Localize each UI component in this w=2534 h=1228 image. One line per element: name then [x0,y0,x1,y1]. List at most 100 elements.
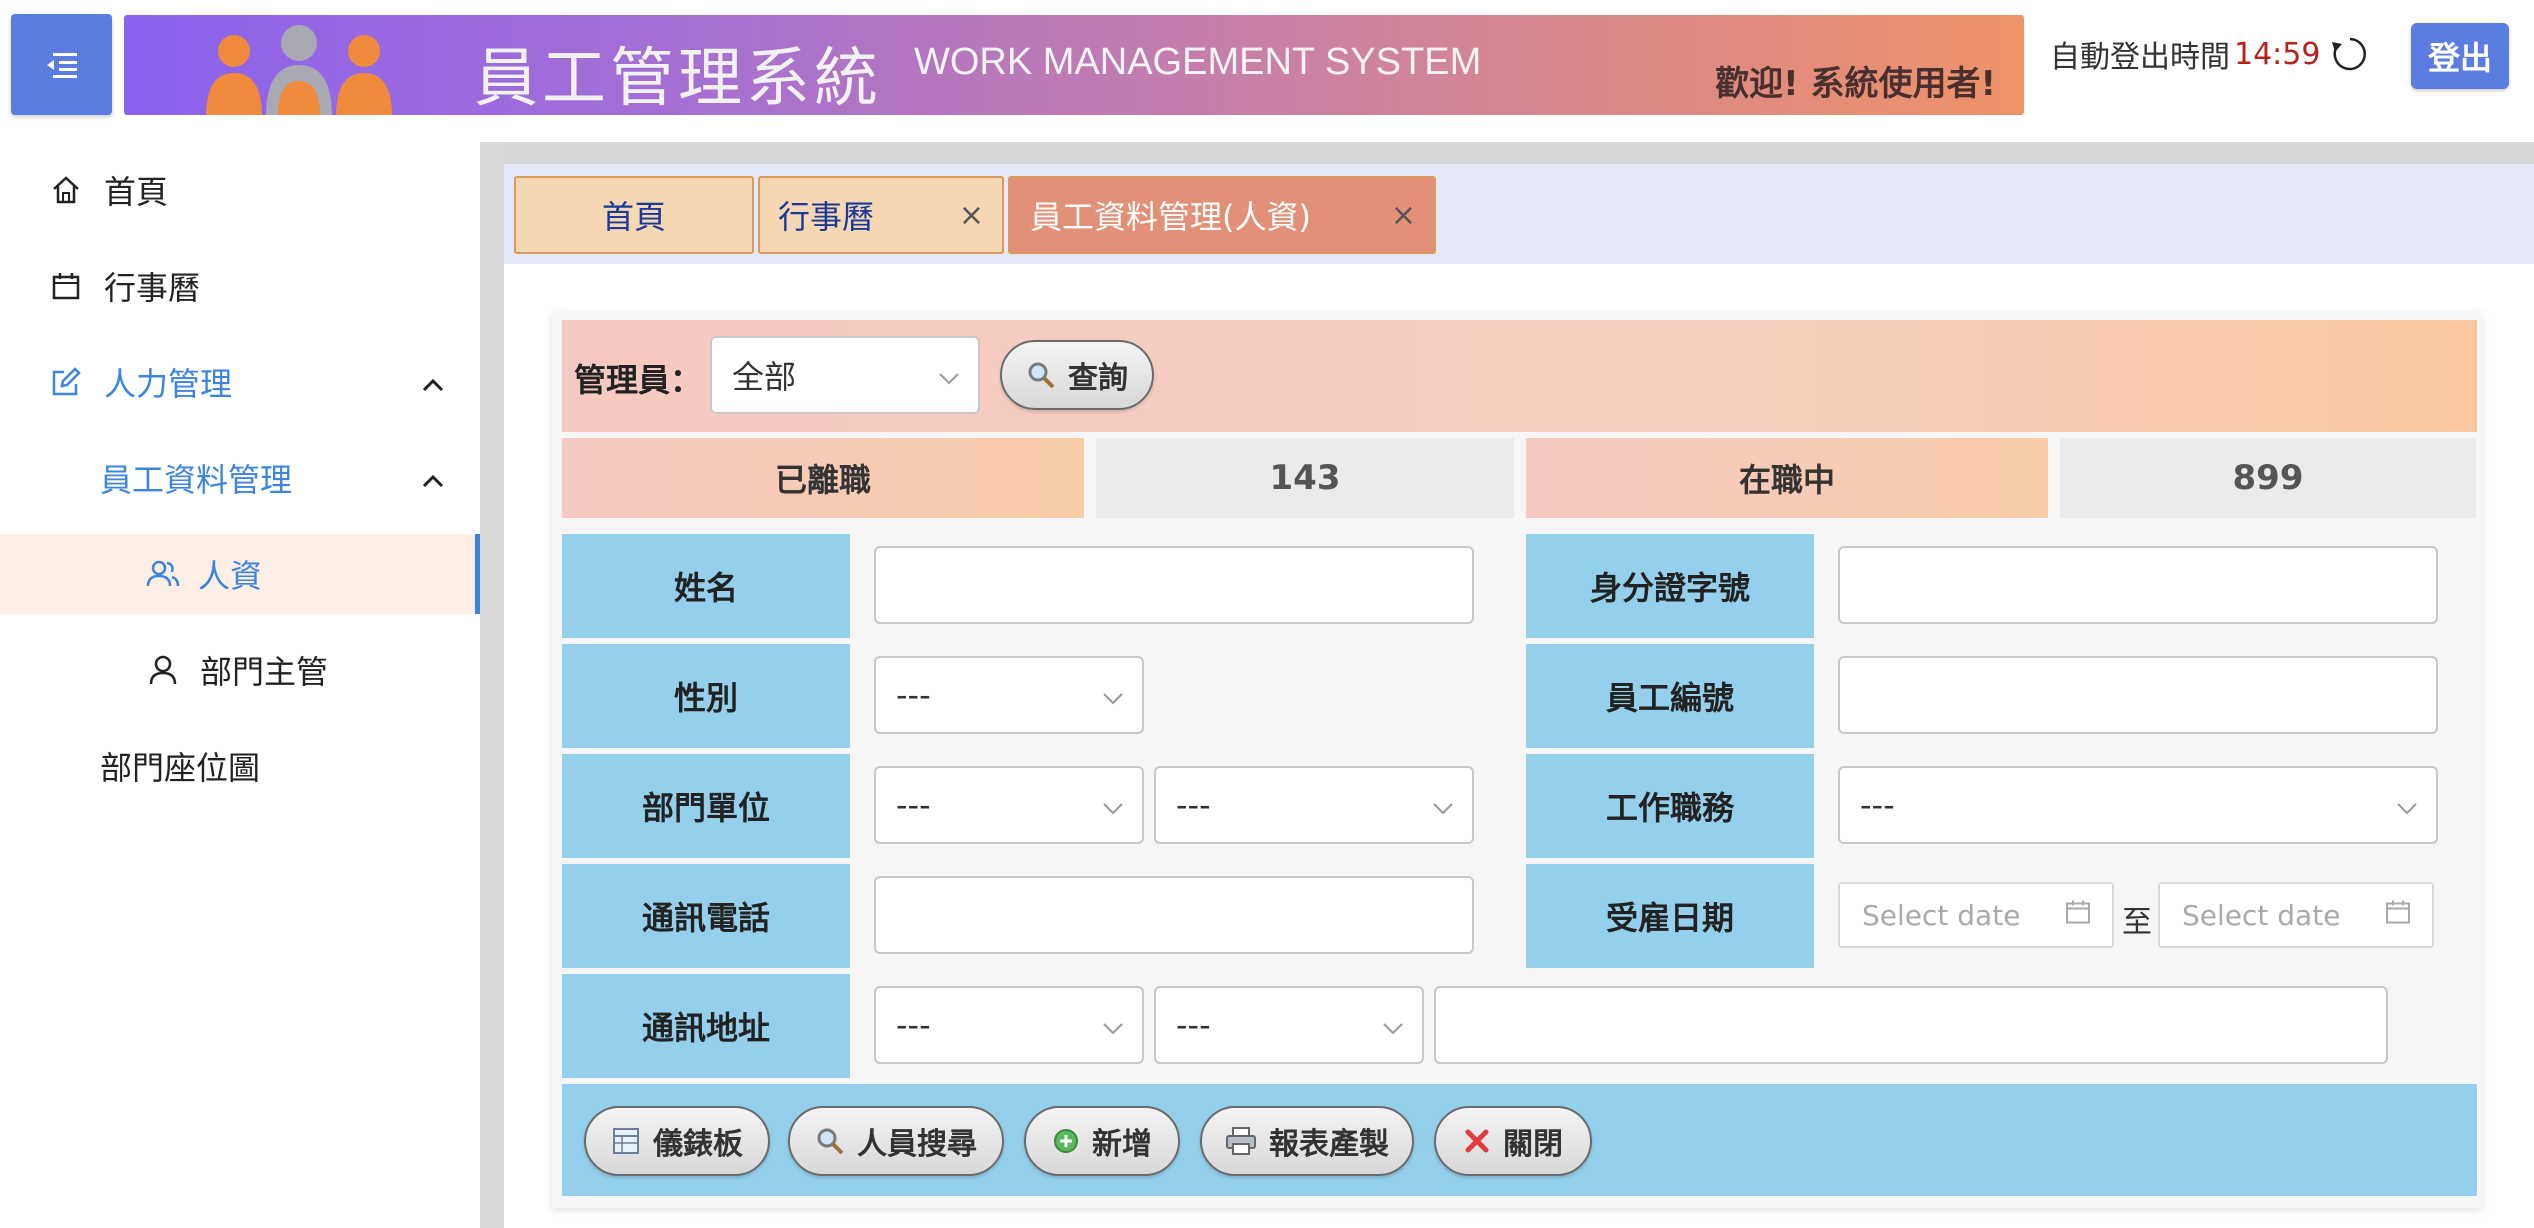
job-title-label: 工作職務 [1526,754,1814,858]
active-count: 899 [2060,438,2476,518]
sidebar-item-label: 首頁 [104,173,169,211]
users-icon [146,558,180,590]
menu-toggle-button[interactable] [11,14,112,115]
sidebar-item-label: 人力管理 [104,365,233,403]
active-label: 在職中 [1526,438,2048,518]
user-icon [148,654,178,686]
close-button[interactable]: 關閉 [1434,1106,1592,1176]
address-input[interactable] [1434,986,2388,1064]
report-button[interactable]: 報表產製 [1200,1106,1414,1176]
employee-number-label: 員工編號 [1526,644,1814,748]
date-placeholder: Select date [1862,898,2021,932]
resigned-label: 已離職 [562,438,1084,518]
auto-logout-time: 14:59 [2234,36,2321,72]
sidebar-item-label: 人資 [198,557,263,595]
admin-select-value: 全部 [732,358,797,396]
banner-title: 員工管理系統 [474,42,882,115]
id-number-input[interactable] [1838,546,2438,624]
search-button[interactable]: 查詢 [1000,340,1154,410]
close-icon [1465,1129,1489,1153]
refresh-icon[interactable] [2330,34,2370,74]
home-icon [50,174,82,206]
close-icon[interactable]: × [959,198,984,233]
printer-icon [1226,1127,1256,1155]
department-select-value: --- [1176,786,1211,824]
name-input[interactable] [874,546,1474,624]
chevron-up-icon [420,459,446,497]
address-city-select[interactable]: --- [874,986,1144,1064]
sidebar-item-hr-management[interactable]: 人力管理 [0,342,480,422]
tab-employee-data-hr[interactable]: 員工資料管理(人資) × [1008,176,1436,254]
sidebar: 首頁 行事曆 人力管理 員工資料管理 人資 部門主管 部門座位圖 [0,142,480,1228]
chevron-down-icon [1102,786,1124,824]
hire-date-start-picker[interactable]: Select date [1838,882,2114,948]
admin-select[interactable]: 全部 [710,336,980,414]
dashboard-button-label: 儀錶板 [653,1127,743,1162]
department-select-1[interactable]: --- [874,766,1144,844]
chevron-down-icon [1432,786,1454,824]
sidebar-item-label: 員工資料管理 [100,461,293,499]
gender-label: 性別 [562,644,850,748]
tab-label: 員工資料管理(人資) [1030,198,1311,236]
dashboard-button[interactable]: 儀錶板 [584,1106,770,1176]
logout-button[interactable]: 登出 [2411,23,2509,89]
resigned-count: 143 [1096,438,1514,518]
sidebar-item-label: 部門主管 [200,653,329,691]
sidebar-scrollbar[interactable] [480,142,504,1228]
close-button-label: 關閉 [1503,1127,1563,1162]
auto-logout-label: 自動登出時間 [2050,40,2230,75]
tab-label: 首頁 [601,198,666,236]
address-city-value: --- [896,1006,931,1044]
chevron-up-icon [420,363,446,401]
phone-label: 通訊電話 [562,864,850,968]
admin-label: 管理員： [574,361,703,399]
calendar-icon [2384,898,2412,933]
add-button[interactable]: 新增 [1024,1106,1180,1176]
sidebar-item-label: 行事曆 [104,269,201,307]
address-district-value: --- [1176,1006,1211,1044]
gender-select-value: --- [896,676,931,714]
chevron-down-icon [938,356,960,394]
report-button-label: 報表產製 [1269,1127,1389,1162]
calendar-icon [50,270,82,302]
add-button-label: 新增 [1092,1127,1152,1162]
chevron-down-icon [2396,786,2418,824]
date-range-separator: 至 [2122,905,2152,940]
job-title-select-value: --- [1860,786,1895,824]
menu-fold-icon [46,52,77,78]
chevron-down-icon [1102,1006,1124,1044]
banner-subtitle: WORK MANAGEMENT SYSTEM [914,41,1482,83]
people-logo-icon [206,25,392,115]
sidebar-item-calendar[interactable]: 行事曆 [0,246,480,326]
chevron-down-icon [1102,676,1124,714]
tab-home[interactable]: 首頁 [514,176,754,254]
department-label: 部門單位 [562,754,850,858]
sidebar-item-hr[interactable]: 人資 [0,534,480,614]
search-icon [817,1128,844,1155]
phone-input[interactable] [874,876,1474,954]
job-title-select[interactable]: --- [1838,766,2438,844]
employee-number-input[interactable] [1838,656,2438,734]
address-district-select[interactable]: --- [1154,986,1424,1064]
hire-date-end-picker[interactable]: Select date [2158,882,2434,948]
magnifier-icon [1028,362,1055,389]
dashboard-icon [613,1128,639,1154]
name-label: 姓名 [562,534,850,638]
department-select-value: --- [896,786,931,824]
date-placeholder: Select date [2182,898,2341,932]
sidebar-item-employee-data[interactable]: 員工資料管理 [0,438,480,518]
edit-icon [50,366,82,398]
close-icon[interactable]: × [1391,198,1416,233]
staff-search-button[interactable]: 人員搜尋 [788,1106,1004,1176]
gender-select[interactable]: --- [874,656,1144,734]
department-select-2[interactable]: --- [1154,766,1474,844]
sidebar-item-home[interactable]: 首頁 [0,150,480,230]
sidebar-item-seating-chart[interactable]: 部門座位圖 [0,726,480,806]
chevron-down-icon [1382,1006,1404,1044]
tab-calendar[interactable]: 行事曆 × [758,176,1004,254]
id-number-label: 身分證字號 [1526,534,1814,638]
address-label: 通訊地址 [562,974,850,1078]
add-icon [1054,1129,1078,1153]
sidebar-item-dept-head[interactable]: 部門主管 [0,630,480,710]
sidebar-item-label: 部門座位圖 [100,749,261,787]
